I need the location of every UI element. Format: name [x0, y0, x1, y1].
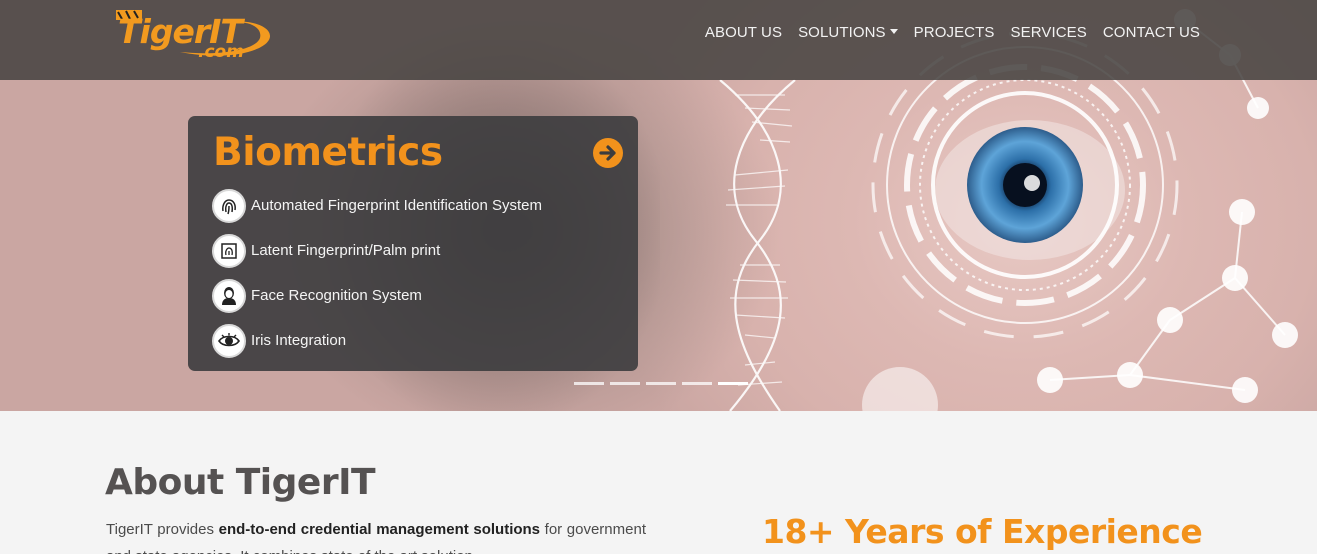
biometrics-item-label: Automated Fingerprint Identification Sys…: [251, 197, 542, 214]
nav-about-us[interactable]: ABOUT US: [697, 24, 790, 41]
top-navbar: TigerIT .com ABOUT US SOLUTIONS PROJECTS…: [0, 0, 1317, 80]
logo-sub: .com: [198, 42, 244, 62]
about-text: TigerIT provides end-to-end credential m…: [106, 516, 646, 554]
caret-down-icon: [889, 28, 898, 34]
arrow-right-icon[interactable]: [593, 138, 623, 168]
carousel-dot[interactable]: [718, 382, 748, 385]
palm-print-icon: [212, 233, 246, 268]
biometrics-title: Biometrics: [213, 130, 443, 175]
carousel-dot[interactable]: [682, 382, 712, 385]
main-menu: ABOUT US SOLUTIONS PROJECTS SERVICES CON…: [697, 24, 1208, 41]
nav-solutions-label: SOLUTIONS: [798, 24, 886, 41]
nav-solutions[interactable]: SOLUTIONS: [790, 24, 906, 41]
biometrics-card: Biometrics Automated Fingerprint Identif…: [188, 116, 638, 371]
tigerit-logo[interactable]: TigerIT .com: [110, 6, 275, 64]
about-title: About TigerIT: [105, 462, 376, 503]
carousel-indicators: [574, 382, 748, 385]
experience-title: 18+ Years of Experience: [762, 512, 1203, 551]
carousel-dot[interactable]: [610, 382, 640, 385]
biometrics-item-face[interactable]: Face Recognition System: [212, 273, 542, 318]
fingerprint-icon: [212, 188, 246, 223]
biometrics-item-iris[interactable]: Iris Integration: [212, 318, 542, 363]
nav-contact-us[interactable]: CONTACT US: [1095, 24, 1208, 41]
carousel-dot[interactable]: [574, 382, 604, 385]
biometrics-list: Automated Fingerprint Identification Sys…: [212, 183, 542, 363]
biometrics-item-label: Iris Integration: [251, 332, 347, 349]
nav-services[interactable]: SERVICES: [1002, 24, 1094, 41]
nav-projects[interactable]: PROJECTS: [906, 24, 1003, 41]
biometrics-item-afis[interactable]: Automated Fingerprint Identification Sys…: [212, 183, 542, 228]
biometrics-item-label: Face Recognition System: [251, 287, 422, 304]
carousel-dot[interactable]: [646, 382, 676, 385]
face-icon: [212, 278, 246, 313]
about-text-bold: end-to-end credential management solutio…: [218, 521, 541, 538]
biometrics-item-label: Latent Fingerprint/Palm print: [251, 242, 441, 259]
biometrics-item-latent[interactable]: Latent Fingerprint/Palm print: [212, 228, 542, 273]
about-text-prefix: TigerIT provides: [106, 521, 219, 538]
eye-icon: [212, 323, 246, 358]
